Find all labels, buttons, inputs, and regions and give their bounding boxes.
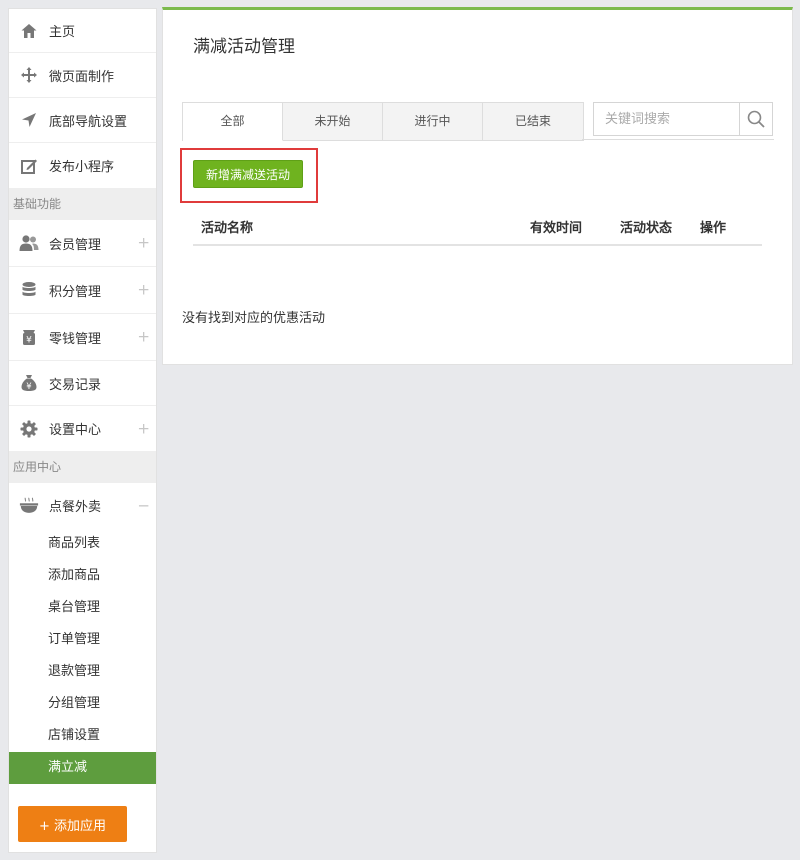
svg-text:¥: ¥ <box>26 336 32 346</box>
sub-item-group-management[interactable]: 分组管理 <box>9 688 156 720</box>
wallet-icon: ¥ <box>19 327 39 347</box>
users-icon <box>19 233 39 253</box>
tab-not-started[interactable]: 未开始 <box>283 103 383 141</box>
sidebar-item-label: 设置中心 <box>49 423 102 438</box>
column-header-valid-time: 有效时间 <box>530 221 583 236</box>
sidebar-item-publish[interactable]: 发布小程序 <box>9 143 156 188</box>
sidebar-item-label: 交易记录 <box>49 377 102 393</box>
sidebar-item-home[interactable]: 主页 <box>9 9 156 53</box>
sidebar-item-label: 微页面制作 <box>49 69 115 85</box>
sidebar-item-points[interactable]: 积分管理 + <box>9 267 156 314</box>
sidebar-item-label: 主页 <box>49 25 76 40</box>
section-title-apps: 应用中心 <box>9 451 156 483</box>
column-header-actions: 操作 <box>700 221 727 236</box>
sidebar-item-label: 会员管理 <box>49 237 102 253</box>
section-title-basic: 基础功能 <box>9 188 156 220</box>
expand-plus-icon[interactable]: + <box>137 235 150 251</box>
sidebar-item-settings[interactable]: 设置中心 + <box>9 406 156 451</box>
sub-item-refund-management[interactable]: 退款管理 <box>9 656 156 688</box>
search-icon <box>747 110 765 128</box>
collapse-minus-icon[interactable]: − <box>137 498 150 513</box>
expand-plus-icon[interactable]: + <box>137 329 150 345</box>
status-tabs: 全部 未开始 进行中 已结束 <box>182 102 584 141</box>
sidebar-item-micro-page[interactable]: 微页面制作 <box>9 53 156 98</box>
page-title: 满减活动管理 <box>193 37 295 57</box>
search-box <box>593 102 773 136</box>
sidebar-item-label: 零钱管理 <box>49 331 102 347</box>
database-icon <box>19 280 39 300</box>
gear-icon <box>19 419 39 439</box>
tab-divider <box>582 139 774 140</box>
sub-item-table-management[interactable]: 桌台管理 <box>9 592 156 624</box>
edit-icon <box>19 156 39 176</box>
add-discount-activity-button[interactable]: 新增满减送活动 <box>193 160 303 188</box>
tab-in-progress[interactable]: 进行中 <box>383 103 483 141</box>
sidebar-item-bottom-nav[interactable]: 底部导航设置 <box>9 98 156 143</box>
sub-item-add-product[interactable]: 添加商品 <box>9 560 156 592</box>
table-header: 活动名称 有效时间 活动状态 操作 <box>193 208 762 246</box>
sidebar-item-transactions[interactable]: ¥ 交易记录 <box>9 361 156 406</box>
search-input[interactable] <box>594 103 739 135</box>
add-app-button[interactable]: + 添加应用 <box>18 806 127 842</box>
sub-item-product-list[interactable]: 商品列表 <box>9 528 156 560</box>
home-icon <box>19 21 39 41</box>
sidebar-item-label: 积分管理 <box>49 284 102 300</box>
empty-state-message: 没有找到对应的优惠活动 <box>182 311 326 326</box>
sidebar-item-food-ordering[interactable]: 点餐外卖 − <box>9 483 156 528</box>
sub-item-discount-active[interactable]: 满立减 <box>9 752 156 784</box>
money-bag-icon: ¥ <box>19 373 39 393</box>
sidebar-item-change[interactable]: ¥ 零钱管理 + <box>9 314 156 361</box>
svg-text:¥: ¥ <box>26 382 32 392</box>
sub-item-order-management[interactable]: 订单管理 <box>9 624 156 656</box>
navigation-arrow-icon <box>19 110 39 130</box>
column-header-status: 活动状态 <box>620 221 673 236</box>
search-button[interactable] <box>739 103 772 135</box>
tab-all[interactable]: 全部 <box>183 103 283 141</box>
sidebar-item-members[interactable]: 会员管理 + <box>9 220 156 267</box>
food-bowl-icon <box>19 496 39 516</box>
sub-item-store-settings[interactable]: 店铺设置 <box>9 720 156 752</box>
main-panel: 满减活动管理 全部 未开始 进行中 已结束 新增满减送活动 活动名称 有效时间 … <box>162 7 793 365</box>
move-icon <box>19 65 39 85</box>
expand-plus-icon[interactable]: + <box>137 282 150 298</box>
sidebar: 主页 微页面制作 底部导航设置 发布小程序 基础功能 会员管理 + 积分管理 +… <box>8 8 157 853</box>
tab-ended[interactable]: 已结束 <box>483 103 583 141</box>
sidebar-item-label: 底部导航设置 <box>49 114 128 130</box>
sidebar-item-label: 点餐外卖 <box>49 500 102 515</box>
expand-plus-icon[interactable]: + <box>137 421 150 436</box>
sidebar-item-label: 发布小程序 <box>49 160 115 175</box>
column-header-name: 活动名称 <box>201 221 254 236</box>
